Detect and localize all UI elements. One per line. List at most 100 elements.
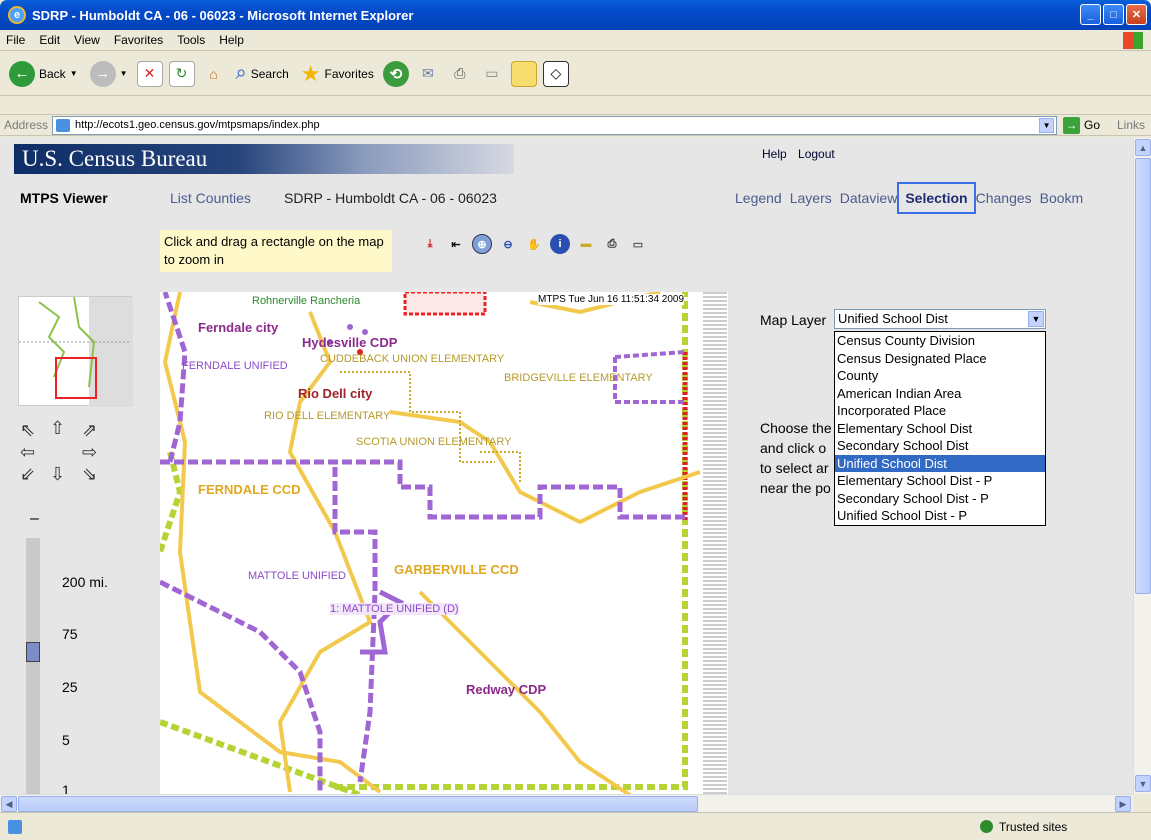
- dropdown-option[interactable]: Unified School Dist - P: [835, 507, 1045, 525]
- map-label: Hydesville CDP: [302, 335, 398, 350]
- address-dropdown-icon[interactable]: ▼: [1039, 117, 1055, 133]
- notes-icon[interactable]: [510, 60, 537, 87]
- mail-icon[interactable]: ✉: [415, 61, 441, 87]
- pan-west-icon[interactable]: ⇦: [20, 442, 35, 463]
- pan-south-icon[interactable]: ⇩: [50, 464, 65, 485]
- census-banner: U.S. Census Bureau: [14, 144, 514, 174]
- label-icon[interactable]: ▬: [576, 234, 596, 254]
- tab-dataview[interactable]: Dataview: [840, 190, 898, 206]
- print-icon[interactable]: ⎙: [447, 61, 473, 87]
- menu-tools[interactable]: Tools: [177, 33, 205, 47]
- horizontal-scrollbar[interactable]: ◀ ▶: [0, 794, 1133, 812]
- go-button[interactable]: → Go: [1063, 116, 1100, 134]
- viewer-title: MTPS Viewer: [20, 190, 108, 206]
- pan-southeast-icon[interactable]: ⇘: [82, 464, 97, 485]
- maximize-button[interactable]: □: [1103, 4, 1124, 25]
- print-map-icon[interactable]: ⎙: [602, 234, 622, 254]
- pan-north-icon[interactable]: ⇧: [50, 418, 65, 439]
- pan-northeast-icon[interactable]: ⇗: [82, 420, 97, 441]
- dropdown-option[interactable]: Elementary School Dist: [835, 420, 1045, 438]
- search-button[interactable]: ⌕ Search: [233, 57, 292, 91]
- address-bar: Address http://ecots1.geo.census.gov/mtp…: [0, 114, 1151, 136]
- zoom-slider[interactable]: [26, 538, 40, 794]
- refresh-icon[interactable]: ↻: [168, 60, 195, 87]
- map-label: CUDDEBACK UNION ELEMENTARY: [320, 353, 505, 365]
- tab-selection[interactable]: Selection: [897, 182, 976, 214]
- menu-file[interactable]: File: [6, 33, 25, 47]
- map-label: MATTOLE UNIFIED: [248, 570, 346, 582]
- chevron-down-icon[interactable]: ▼: [1028, 311, 1044, 327]
- address-input[interactable]: http://ecots1.geo.census.gov/mtpsmaps/in…: [52, 115, 1058, 135]
- history-icon[interactable]: ⟲: [382, 60, 409, 87]
- pan-northwest-icon[interactable]: ⇖: [20, 420, 35, 441]
- dropdown-option-highlighted[interactable]: Unified School Dist: [835, 454, 1045, 472]
- clear-icon[interactable]: ▭: [628, 234, 648, 254]
- help-link[interactable]: Help: [762, 147, 787, 161]
- pan-southwest-icon[interactable]: ⇙: [20, 464, 35, 485]
- dropdown-option[interactable]: American Indian Area: [835, 385, 1045, 403]
- zoom-minus-icon[interactable]: –: [30, 510, 39, 528]
- selected-feature-label: 1: MATTOLE UNIFIED (D): [330, 603, 459, 615]
- map-label: FERNDALE CCD: [198, 482, 301, 497]
- dropdown-option[interactable]: Elementary School Dist - P: [835, 472, 1045, 490]
- scroll-up-icon[interactable]: ▲: [1135, 139, 1151, 156]
- overview-map[interactable]: [18, 296, 133, 407]
- dropdown-option[interactable]: County: [835, 367, 1045, 385]
- zoom-slider-knob[interactable]: [26, 642, 40, 662]
- info-icon[interactable]: i: [550, 234, 570, 254]
- edit-icon[interactable]: ▭: [479, 61, 505, 87]
- overview-extent-box[interactable]: [55, 357, 97, 399]
- logout-link[interactable]: Logout: [798, 147, 835, 161]
- dropdown-option[interactable]: Secondary School Dist - P: [835, 490, 1045, 508]
- tab-changes[interactable]: Changes: [976, 190, 1032, 206]
- scroll-left-icon[interactable]: ◀: [1, 796, 17, 812]
- instruction-line: Choose the: [760, 420, 832, 436]
- previous-extent-icon[interactable]: ⇤: [446, 234, 466, 254]
- tab-layers[interactable]: Layers: [790, 190, 832, 206]
- map-label: Ferndale city: [198, 320, 279, 335]
- dropdown-option[interactable]: Incorporated Place: [835, 402, 1045, 420]
- map-layer-select[interactable]: Unified School Dist ▼: [834, 309, 1046, 329]
- menu-edit[interactable]: Edit: [39, 33, 60, 47]
- forward-button[interactable]: → ▼: [87, 57, 131, 91]
- page-icon: [56, 118, 71, 132]
- instruction-line: and click o: [760, 440, 827, 456]
- scroll-down-icon[interactable]: ▼: [1135, 775, 1151, 792]
- back-button[interactable]: ← Back ▼: [6, 57, 81, 91]
- diamond-icon[interactable]: ◇: [542, 60, 569, 87]
- zoom-out-icon[interactable]: ⊖: [498, 234, 518, 254]
- home-icon[interactable]: ⌂: [201, 61, 227, 87]
- full-extent-icon[interactable]: ⤓: [420, 234, 440, 254]
- pan-hand-icon[interactable]: ✋: [524, 234, 544, 254]
- links-button[interactable]: Links: [1117, 118, 1145, 132]
- tab-bookmarks[interactable]: Bookm: [1040, 190, 1084, 206]
- vertical-scrollbar[interactable]: ▲ ▼: [1133, 138, 1151, 794]
- zoom-in-icon[interactable]: ⊕: [472, 234, 492, 254]
- back-label: Back: [39, 66, 66, 81]
- minimize-button[interactable]: _: [1080, 4, 1101, 25]
- tab-legend[interactable]: Legend: [735, 190, 782, 206]
- pan-east-icon[interactable]: ⇨: [82, 442, 97, 463]
- map-layer-label: Map Layer: [760, 312, 827, 328]
- scale-label: 25: [62, 679, 78, 695]
- menu-view[interactable]: View: [74, 33, 100, 47]
- horizontal-scroll-thumb[interactable]: [18, 796, 698, 812]
- stop-icon[interactable]: ✕: [136, 60, 163, 87]
- map-label: Rio Dell city: [298, 386, 373, 401]
- dropdown-option[interactable]: Secondary School Dist: [835, 437, 1045, 455]
- main-map[interactable]: MTPS Tue Jun 16 11:51:34 2009 Rohnervill…: [160, 292, 728, 794]
- menu-favorites[interactable]: Favorites: [114, 33, 163, 47]
- map-layer-dropdown: Census County Division Census Designated…: [834, 331, 1046, 526]
- current-county: SDRP - Humboldt CA - 06 - 06023: [284, 190, 497, 206]
- status-bar: Trusted sites: [0, 812, 1151, 840]
- scroll-right-icon[interactable]: ▶: [1115, 796, 1131, 812]
- dropdown-option[interactable]: Census County Division: [835, 332, 1045, 350]
- list-counties-link[interactable]: List Counties: [170, 190, 251, 206]
- trusted-check-icon: [980, 820, 993, 833]
- dropdown-option[interactable]: Census Designated Place: [835, 350, 1045, 368]
- favorites-button[interactable]: ★ Favorites: [298, 57, 377, 91]
- security-zone: Trusted sites: [980, 820, 1067, 834]
- vertical-scroll-thumb[interactable]: [1135, 158, 1151, 594]
- menu-help[interactable]: Help: [219, 33, 244, 47]
- close-button[interactable]: ✕: [1126, 4, 1147, 25]
